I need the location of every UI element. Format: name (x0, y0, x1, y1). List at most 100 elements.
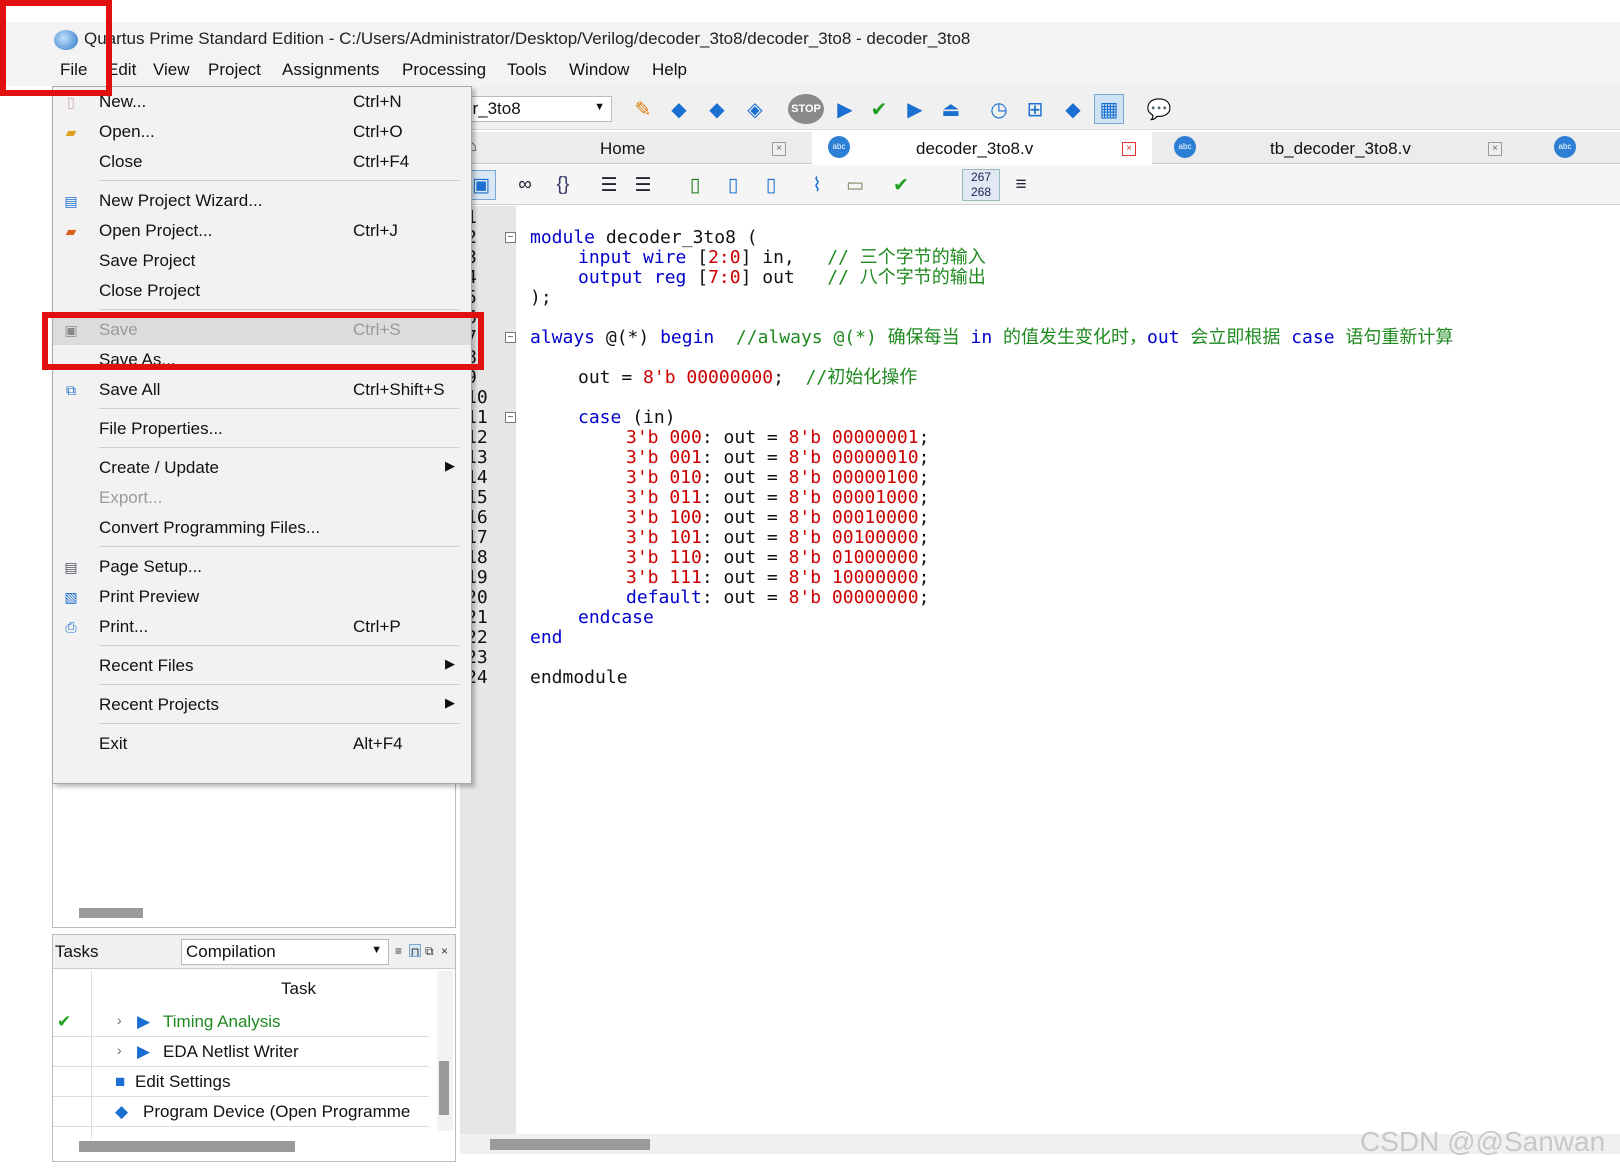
brace-match-icon[interactable]: {} (548, 170, 578, 200)
next-bookmark-icon[interactable]: ▯ (756, 170, 786, 200)
code-line-22: end (530, 628, 563, 648)
timing-analyzer-run-icon[interactable]: ▶ (900, 94, 930, 124)
menu-item-open-project[interactable]: ▰ Open Project... Ctrl+J (53, 216, 471, 246)
verilog-file-icon: abc (1174, 136, 1196, 158)
menu-tools[interactable]: Tools (507, 60, 547, 80)
tasks-vertical-scrollbar[interactable] (437, 971, 453, 1131)
compile-analysis-icon[interactable]: ◆ (664, 94, 694, 124)
menu-item-file-properties[interactable]: File Properties... (53, 414, 471, 444)
menu-item-recent-projects[interactable]: Recent Projects ▶ (53, 690, 471, 720)
menu-item-label: Recent Files (99, 656, 194, 675)
menu-item-new-project-wizard[interactable]: ▤ New Project Wizard... (53, 186, 471, 216)
code-token: input wire (578, 247, 687, 268)
prev-bookmark-icon[interactable]: ▯ (718, 170, 748, 200)
fold-collapse-icon[interactable]: − (505, 412, 516, 423)
expand-chevron-icon[interactable]: › (117, 1042, 122, 1058)
list-options-icon[interactable]: ≡ (395, 944, 402, 958)
pencil-edit-icon[interactable]: ✎ (628, 94, 658, 124)
unindent-icon[interactable]: ☰ (628, 170, 658, 200)
code-token: 8'b 00100000 (788, 527, 919, 548)
menu-item-create-update[interactable]: Create / Update ▶ (53, 453, 471, 483)
menu-item-convert-programming-files[interactable]: Convert Programming Files... (53, 513, 471, 543)
menu-item-label: Create / Update (99, 458, 220, 477)
fold-collapse-icon[interactable]: − (505, 232, 516, 243)
paperclip-icon[interactable]: ⌇ (802, 170, 832, 200)
insert-template-icon[interactable]: ✔ (886, 170, 916, 200)
menu-item-print-preview[interactable]: ▧ Print Preview (53, 582, 471, 612)
menu-item-label: Exit (99, 734, 128, 753)
menu-item-save-all[interactable]: ⧉ Save All Ctrl+Shift+S (53, 375, 471, 405)
menu-processing[interactable]: Processing (402, 60, 486, 80)
programmer-icon[interactable]: ⏏ (936, 94, 966, 124)
close-icon[interactable]: × (441, 944, 448, 958)
menu-item-open[interactable]: ▰ Open... Ctrl+O (53, 117, 471, 147)
menu-item-label: File Properties... (99, 419, 223, 438)
menu-help[interactable]: Help (652, 60, 687, 80)
bookmark-icon[interactable]: ▯ (680, 170, 710, 200)
menu-item-print[interactable]: ⎙ Print... Ctrl+P (53, 612, 471, 642)
code-editor[interactable]: module decoder_3to8 ( input wire [2:0] i… (516, 206, 1620, 1134)
menu-view[interactable]: View (153, 60, 190, 80)
close-icon[interactable]: × (1488, 142, 1502, 156)
flow-select[interactable]: Compilation ▼ (181, 939, 389, 965)
float-window-icon[interactable]: ⧉ (425, 944, 434, 959)
indent-icon[interactable]: ☰ (594, 170, 624, 200)
pin-icon[interactable]: ⊓ (409, 944, 421, 959)
menu-separator (99, 723, 459, 724)
code-token: ; (918, 567, 930, 588)
task-row[interactable]: ✔ › ▶ Timing Analysis (53, 1007, 429, 1037)
menu-item-page-setup[interactable]: ▤ Page Setup... (53, 552, 471, 582)
menu-assignments[interactable]: Assignments (282, 60, 379, 80)
code-token: @(*) (595, 327, 661, 348)
code-token: ; (918, 467, 930, 488)
revision-select[interactable]: er_3to8 ▼ (460, 96, 612, 122)
scrollbar-thumb[interactable] (79, 1141, 295, 1152)
close-icon[interactable]: × (772, 142, 786, 156)
tab-decoder-3to8[interactable]: abc decoder_3to8.v × (812, 132, 1152, 164)
fold-collapse-icon[interactable]: − (505, 332, 516, 343)
expand-chevron-icon[interactable]: › (117, 1012, 122, 1028)
tab-home[interactable]: ⌂ Home × (460, 132, 812, 164)
code-token: 8'b 00000000 (788, 587, 919, 608)
scrollbar-thumb[interactable] (79, 908, 143, 918)
code-line-24: endmodule (530, 668, 628, 688)
template-scroll-icon[interactable]: ▭ (840, 170, 870, 200)
menu-project[interactable]: Project (208, 60, 261, 80)
menu-window[interactable]: Window (569, 60, 629, 80)
task-row[interactable]: › ▶ EDA Netlist Writer (53, 1037, 429, 1067)
scrollbar-thumb[interactable] (439, 1061, 449, 1115)
netlist-hierarchy-icon[interactable]: ⊞ (1020, 94, 1050, 124)
list-lines-icon[interactable]: ≡ (1006, 170, 1036, 200)
menu-item-new[interactable]: ▯ New... Ctrl+N (53, 87, 471, 117)
menu-item-recent-files[interactable]: Recent Files ▶ (53, 651, 471, 681)
timing-clock-icon[interactable]: ◷ (984, 94, 1014, 124)
tab-tb-decoder-3to8[interactable]: abc tb_decoder_3to8.v × (1158, 132, 1518, 164)
close-icon[interactable]: × (1122, 142, 1136, 156)
program-device-icon: ◆ (115, 1102, 129, 1121)
fitter-icon[interactable]: ◈ (740, 94, 770, 124)
task-row[interactable]: ◆ Program Device (Open Programme (53, 1097, 429, 1127)
code-line-4: output reg [7:0] out // 八个字节的输出 (578, 268, 986, 288)
menu-item-exit[interactable]: Exit Alt+F4 (53, 729, 471, 759)
stop-button[interactable]: STOP (788, 94, 824, 124)
speech-bubble-icon[interactable]: 💬 (1144, 94, 1174, 124)
chip-planner-icon[interactable]: ▦ (1094, 94, 1124, 124)
code-token: out = (578, 367, 644, 388)
menu-item-shortcut: Ctrl+O (353, 122, 403, 141)
highlight-box-save (42, 312, 484, 370)
analysis-elaboration-icon[interactable]: ✔ (864, 94, 894, 124)
window-title: Quartus Prime Standard Edition - C:/User… (84, 29, 971, 48)
menu-item-save-project[interactable]: Save Project (53, 246, 471, 276)
start-compilation-icon[interactable]: ▶ (830, 94, 860, 124)
task-row[interactable]: ■ Edit Settings (53, 1067, 429, 1097)
scrollbar-thumb[interactable] (490, 1139, 650, 1150)
find-binoculars-icon[interactable]: ∞ (510, 170, 540, 200)
printer-icon: ⎙ (65, 619, 77, 635)
menu-item-close-project[interactable]: Close Project (53, 276, 471, 306)
program-device-icon[interactable]: ◆ (1058, 94, 1088, 124)
tab-overflow[interactable]: abc (1540, 132, 1620, 164)
menu-item-close[interactable]: Close Ctrl+F4 (53, 147, 471, 177)
menu-item-export[interactable]: Export... (53, 483, 471, 513)
tab-decoder-label: decoder_3to8.v (916, 139, 1034, 158)
analysis-synthesis-icon[interactable]: ◆ (702, 94, 732, 124)
